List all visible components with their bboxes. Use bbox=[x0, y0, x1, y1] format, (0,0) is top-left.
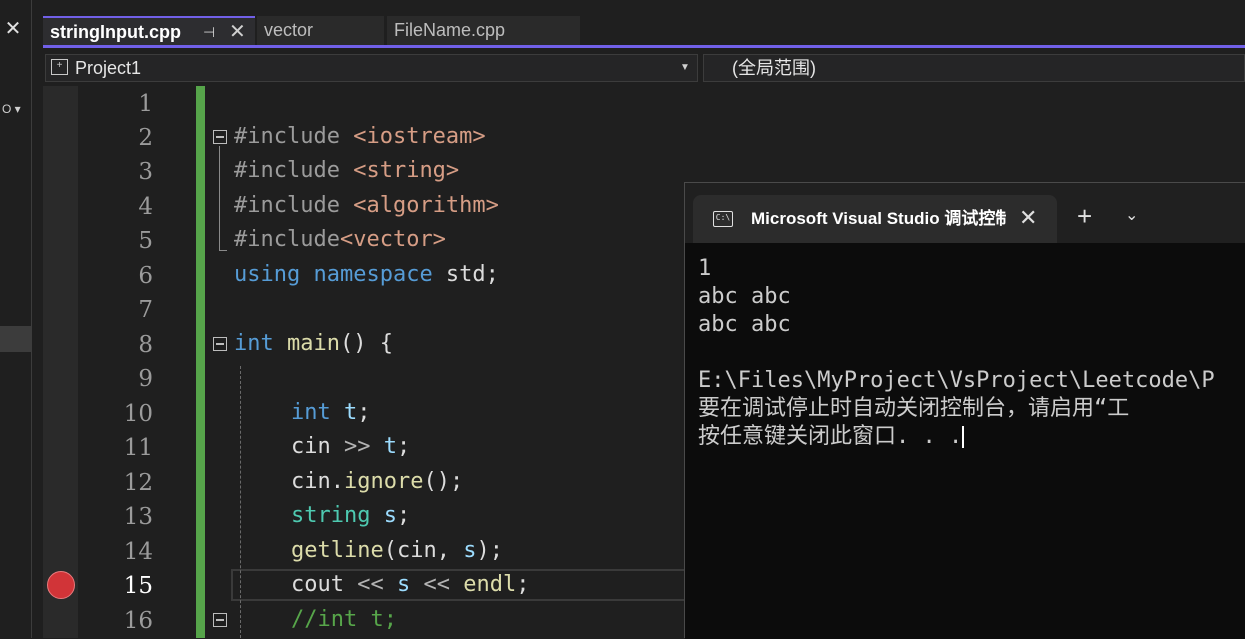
code-line: //int t; bbox=[291, 607, 397, 632]
left-dropdown[interactable]: O ▾ bbox=[0, 96, 31, 122]
scope-dropdown[interactable]: (全局范围) bbox=[703, 54, 1245, 82]
console-title-bar: C:\ Microsoft Visual Studio 调试控制台 ✕ + ⌄ bbox=[685, 183, 1245, 243]
console-line: abc abc bbox=[698, 284, 791, 309]
line-number: 9 bbox=[138, 366, 153, 392]
console-line: E:\Files\MyProject\VsProject\Leetcode\P bbox=[698, 368, 1215, 393]
chevron-down-icon: ▼ bbox=[680, 62, 690, 73]
code-line: using namespace std; bbox=[234, 262, 499, 287]
line-number: 11 bbox=[123, 435, 153, 461]
close-icon[interactable]: ✕ bbox=[4, 19, 22, 39]
breakpoint-icon[interactable] bbox=[47, 571, 75, 599]
console-line: 1 bbox=[698, 256, 712, 281]
code-line: #include <string> bbox=[234, 158, 460, 183]
line-number: 5 bbox=[138, 228, 153, 254]
terminal-icon: C:\ bbox=[713, 211, 733, 227]
line-number: 4 bbox=[138, 194, 153, 220]
code-line: int t; bbox=[291, 400, 371, 425]
line-number: 1 bbox=[138, 91, 153, 117]
chevron-down-icon[interactable]: ⌄ bbox=[1125, 201, 1138, 231]
close-icon[interactable]: ✕ bbox=[229, 18, 246, 47]
tab-label: stringInput.cpp bbox=[50, 22, 181, 42]
debug-console-window[interactable]: C:\ Microsoft Visual Studio 调试控制台 ✕ + ⌄ … bbox=[684, 182, 1245, 639]
code-line: string s; bbox=[291, 503, 411, 528]
fold-toggle-icon[interactable] bbox=[213, 613, 227, 627]
close-icon[interactable]: ✕ bbox=[1019, 195, 1037, 241]
line-number: 10 bbox=[123, 401, 153, 427]
code-line: cin >> t; bbox=[291, 434, 411, 459]
line-number: 13 bbox=[123, 504, 153, 530]
line-number: 7 bbox=[138, 297, 153, 323]
text-cursor bbox=[962, 426, 965, 448]
project-label: Project1 bbox=[75, 58, 142, 78]
new-tab-plus-icon[interactable]: + bbox=[1077, 201, 1092, 231]
scope-label: (全局范围) bbox=[732, 58, 816, 78]
line-number: 8 bbox=[138, 332, 153, 358]
indent-guide bbox=[240, 366, 241, 638]
code-line: #include <iostream> bbox=[234, 124, 486, 149]
project-icon: + bbox=[51, 59, 68, 75]
fold-toggle-icon[interactable] bbox=[213, 337, 227, 351]
fold-toggle-icon[interactable] bbox=[213, 130, 227, 144]
line-number-current: 15 bbox=[123, 573, 153, 599]
document-tab-bar: stringInput.cpp ⊣ ✕ vector FileName.cpp bbox=[43, 14, 1245, 48]
console-line: 要在调试停止时自动关闭控制台，请启用“工 bbox=[698, 396, 1130, 421]
left-panel: ✕ O ▾ bbox=[0, 0, 32, 638]
line-number: 3 bbox=[138, 159, 153, 185]
code-line: getline(cin, s); bbox=[291, 538, 503, 563]
line-number: 6 bbox=[138, 263, 153, 289]
line-number: 16 bbox=[123, 608, 153, 634]
line-number: 14 bbox=[123, 539, 153, 565]
left-panel-selected-item[interactable] bbox=[0, 326, 31, 352]
code-line: int main() { bbox=[234, 331, 393, 356]
code-line: cin.ignore(); bbox=[291, 469, 464, 494]
console-output[interactable]: 1 abc abc abc abc E:\Files\MyProject\VsP… bbox=[685, 243, 1245, 639]
navigation-bar: + Project1 ▼ (全局范围) bbox=[43, 51, 1245, 85]
tab-vector[interactable]: vector bbox=[257, 16, 384, 45]
console-line: abc abc bbox=[698, 312, 791, 337]
project-dropdown[interactable]: + Project1 ▼ bbox=[45, 54, 698, 82]
tab-filename-cpp[interactable]: FileName.cpp bbox=[387, 16, 580, 45]
console-title: Microsoft Visual Studio 调试控制台 bbox=[751, 209, 1006, 228]
line-number: 2 bbox=[138, 125, 153, 151]
code-line: #include<vector> bbox=[234, 227, 446, 252]
pin-icon[interactable]: ⊣ bbox=[203, 18, 215, 47]
code-line: #include <algorithm> bbox=[234, 193, 499, 218]
glyph-margin[interactable] bbox=[43, 86, 78, 638]
fold-guide bbox=[219, 146, 220, 251]
code-line-current: cout << s << endl; bbox=[291, 572, 530, 597]
tab-stringinput-cpp[interactable]: stringInput.cpp ⊣ ✕ bbox=[43, 16, 255, 45]
change-tracking-bar bbox=[196, 86, 205, 638]
fold-guide-end bbox=[219, 250, 227, 251]
console-tab[interactable]: C:\ Microsoft Visual Studio 调试控制台 ✕ bbox=[693, 195, 1057, 243]
console-line: 按任意键关闭此窗口. . . bbox=[698, 424, 965, 449]
line-number: 12 bbox=[123, 470, 153, 496]
